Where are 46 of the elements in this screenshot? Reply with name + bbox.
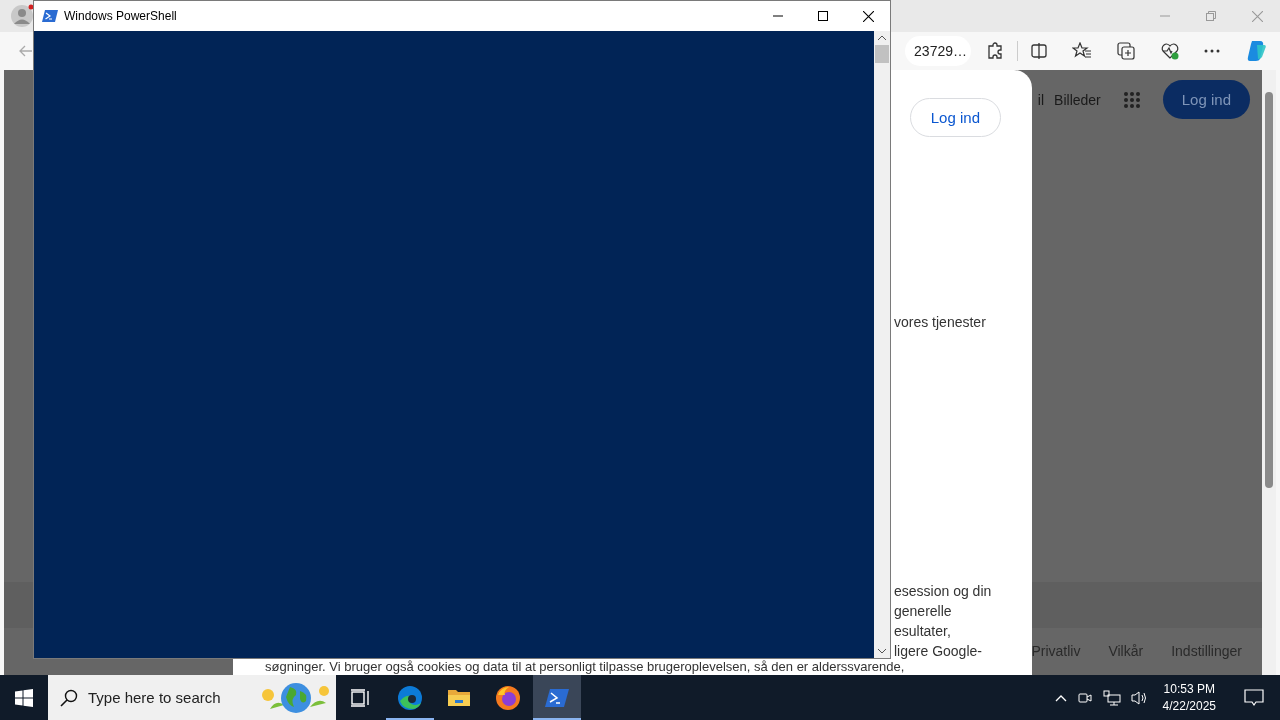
dialog-text: generelle xyxy=(894,602,953,621)
scrollbar[interactable] xyxy=(874,31,890,658)
scrollbar[interactable] xyxy=(1262,70,1276,675)
clock-date[interactable]: 4/22/2025 xyxy=(1162,697,1216,715)
search-field[interactable]: Type here to search xyxy=(48,675,336,720)
search-icon xyxy=(60,688,78,707)
apps-grid-icon[interactable] xyxy=(1122,90,1141,109)
network-icon[interactable] xyxy=(1102,689,1121,706)
powershell-icon xyxy=(545,687,569,708)
more-icon[interactable] xyxy=(1204,49,1220,53)
footer-link[interactable]: Indstillinger xyxy=(1171,643,1242,659)
nav-link[interactable]: Billeder xyxy=(1054,91,1101,108)
firefox-icon xyxy=(495,684,521,711)
windows-start-icon[interactable] xyxy=(15,688,33,707)
scroll-thumb[interactable] xyxy=(875,45,889,63)
chevron-up-icon[interactable] xyxy=(1054,693,1067,702)
sign-in-button[interactable]: Log ind xyxy=(909,98,1001,137)
sign-in-button[interactable]: Log ind xyxy=(1162,80,1250,119)
footer-link[interactable]: Privatliv xyxy=(1031,643,1081,659)
profile-avatar-icon[interactable] xyxy=(10,4,34,28)
nav-link[interactable]: il xyxy=(1037,91,1045,108)
folder-icon xyxy=(447,687,471,708)
split-screen-icon[interactable] xyxy=(1030,42,1048,60)
extensions-icon[interactable] xyxy=(987,42,1005,60)
scroll-down-icon[interactable] xyxy=(878,648,886,654)
collections-icon[interactable] xyxy=(1116,41,1136,61)
dialog-text: ligere Google- xyxy=(894,642,983,661)
globe-drawing xyxy=(260,680,332,715)
clock-time[interactable]: 10:53 PM xyxy=(1163,680,1215,698)
dialog-text: vores tjenester xyxy=(894,314,986,330)
window-title: Windows PowerShell xyxy=(64,9,177,23)
footer-link[interactable]: Vilkår xyxy=(1108,643,1144,659)
dialog-text: esultater, xyxy=(894,622,952,641)
powershell-icon xyxy=(42,9,58,23)
scroll-up-icon[interactable] xyxy=(878,35,886,41)
volume-icon[interactable] xyxy=(1130,689,1149,706)
dialog-text: søgninger. Vi bruger også cookies og data til at personligt tilpasse brugeroplevelsen, så den er alderssvarende, xyxy=(265,660,905,674)
address-bar[interactable]: 23729… xyxy=(905,36,971,66)
close-icon[interactable] xyxy=(863,10,874,22)
task-view-icon xyxy=(351,688,371,707)
browser-icon xyxy=(397,684,423,711)
notifications-icon[interactable] xyxy=(1244,688,1264,707)
dialog-text: esession og din xyxy=(894,582,992,601)
favorites-icon[interactable] xyxy=(1072,42,1092,60)
maximize-icon[interactable] xyxy=(818,11,828,21)
browser-essentials-icon[interactable] xyxy=(1160,41,1180,61)
